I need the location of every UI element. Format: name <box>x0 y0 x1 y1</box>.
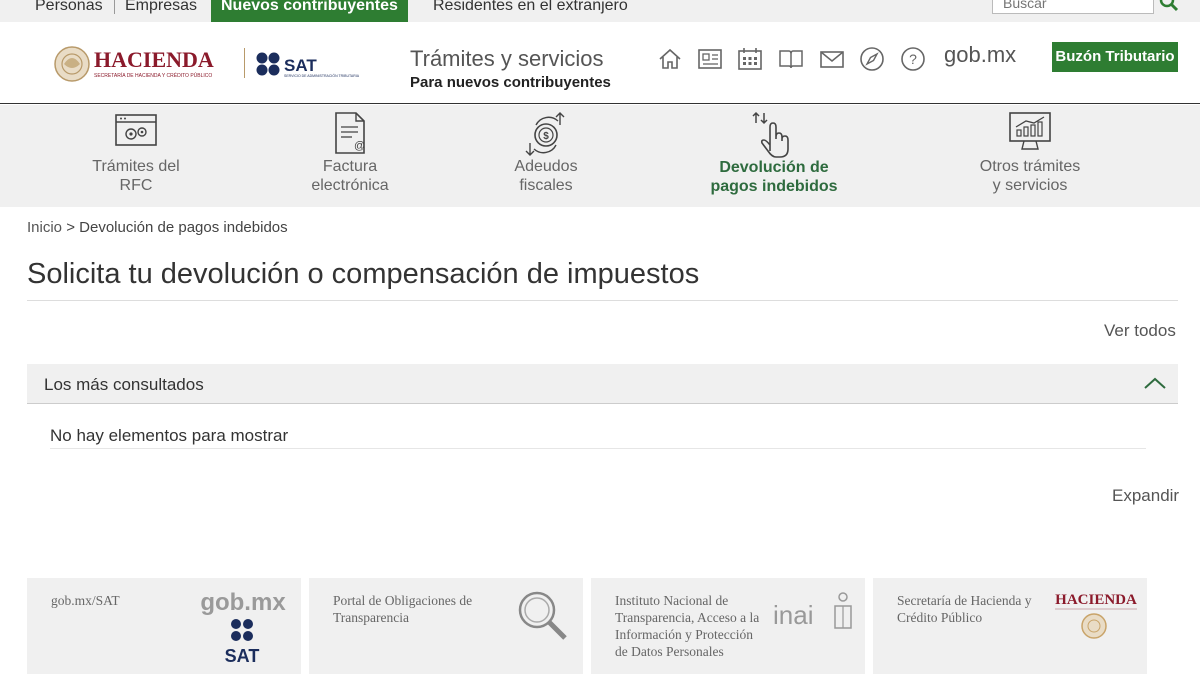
news-icon[interactable] <box>697 46 723 72</box>
footer-card-inai[interactable]: Instituto Nacional de Transparencia, Acc… <box>591 578 865 674</box>
inai-logo: inai <box>773 592 852 630</box>
nav-label-line2: RFC <box>119 177 153 194</box>
svg-text:HACIENDA: HACIENDA <box>1055 592 1137 608</box>
chevron-up-icon[interactable] <box>1143 374 1167 392</box>
footer-card-text: Instituto Nacional de Transparencia, Acc… <box>615 593 760 659</box>
invoice-icon: @ <box>335 112 365 154</box>
nav-label-line2: y servicios <box>992 177 1068 194</box>
svg-text:inai: inai <box>773 600 813 630</box>
breadcrumb: Inicio > Devolución de pagos indebidos <box>27 219 288 236</box>
footer-card-text: Secretaría de Hacienda y Crédito Público <box>897 593 1032 625</box>
empty-state-text: No hay elementos para mostrar <box>50 426 289 445</box>
services-icon <box>1009 112 1051 150</box>
nav-item-otros[interactable]: Otros trámites y servicios <box>960 105 1100 207</box>
search-icon[interactable] <box>1158 0 1180 14</box>
buzon-tributario-button[interactable]: Buzón Tributario <box>1052 42 1178 72</box>
nav-label-line2: pagos indebidos <box>710 178 838 195</box>
section-subtitle: Para nuevos contribuyentes <box>410 74 611 91</box>
hacienda-logo[interactable]: HACIENDA SECRETARÍA DE HACIENDA Y CRÉDIT… <box>54 42 234 86</box>
hacienda-logo-text: HACIENDA <box>94 47 214 72</box>
svg-text:@: @ <box>354 140 365 152</box>
search-input[interactable] <box>992 0 1154 14</box>
footer-card-text: Portal de Obligaciones de Transparencia <box>333 593 473 625</box>
accordion-header[interactable]: Los más consultados <box>27 364 1178 404</box>
nav-item-devolucion[interactable]: Devolución de pagos indebidos <box>694 105 854 207</box>
home-icon[interactable] <box>657 46 683 72</box>
nav-label-line1: Adeudos <box>514 158 578 175</box>
tab-residentes-extranjero[interactable]: Residentes en el extranjero <box>433 0 628 22</box>
svg-text:$: $ <box>543 131 549 142</box>
tab-nuevos-contribuyentes[interactable]: Nuevos contribuyentes <box>211 0 408 22</box>
breadcrumb-current: Devolución de pagos indebidos <box>79 219 288 236</box>
footer-card-hacienda[interactable]: Secretaría de Hacienda y Crédito Público… <box>873 578 1147 674</box>
compass-icon[interactable] <box>859 46 885 72</box>
book-icon[interactable] <box>778 46 804 72</box>
sat-logo[interactable]: SAT SERVICIO DE ADMINISTRACIÓN TRIBUTARI… <box>242 50 382 80</box>
breadcrumb-home-link[interactable]: Inicio <box>27 219 62 236</box>
tab-empresas[interactable]: Empresas <box>125 0 197 22</box>
svg-text:?: ? <box>909 51 917 67</box>
nav-label-line2: electrónica <box>311 177 389 194</box>
nav-label-line2: fiscales <box>519 177 573 194</box>
gobmx-link[interactable]: gob.mx <box>944 42 1016 68</box>
nav-label-line1: Trámites del <box>92 158 180 175</box>
refund-icon <box>752 111 789 158</box>
hacienda-logo-subtext: SECRETARÍA DE HACIENDA Y CRÉDITO PÚBLICO <box>94 72 212 79</box>
calendar-icon[interactable] <box>737 46 763 72</box>
nav-label-line1: Factura <box>322 158 378 175</box>
nav-item-adeudos[interactable]: $ Adeudos fiscales <box>486 105 606 207</box>
hacienda-footer-logo: HACIENDA <box>1055 592 1137 639</box>
accordion-title: Los más consultados <box>44 375 204 394</box>
expandir-link[interactable]: Expandir <box>1112 486 1179 506</box>
nav-item-factura[interactable]: @ Factura electrónica <box>290 105 410 207</box>
nav-label-line1: Otros trámites <box>979 158 1081 175</box>
magnifier-icon <box>518 591 567 640</box>
top-audience-bar: Personas Empresas Nuevos contribuyentes … <box>0 0 1200 22</box>
title-divider <box>27 300 1178 301</box>
page-title: Solicita tu devolución o compensación de… <box>27 258 700 290</box>
sat-logo-subtext: SERVICIO DE ADMINISTRACIÓN TRIBUTARIA <box>284 73 360 78</box>
svg-text:gob.mx: gob.mx <box>200 589 286 616</box>
help-icon[interactable]: ? <box>900 46 926 72</box>
empty-state-divider <box>50 448 1146 449</box>
site-header: HACIENDA SECRETARÍA DE HACIENDA Y CRÉDIT… <box>0 22 1200 104</box>
gobmx-sat-logo: gob.mx SAT <box>200 589 286 666</box>
ver-todos-link[interactable]: Ver todos <box>1104 321 1176 341</box>
sat-logo-text: SAT <box>284 56 317 75</box>
tab-separator <box>114 0 115 14</box>
footer-card-text: gob.mx/SAT <box>51 593 120 608</box>
tab-personas[interactable]: Personas <box>35 0 103 22</box>
rfc-icon <box>115 114 157 146</box>
footer-card-gobmx-sat[interactable]: gob.mx/SAT gob.mx SAT <box>27 578 301 674</box>
footer-card-transparencia[interactable]: Portal de Obligaciones de Transparencia <box>309 578 583 674</box>
debt-icon: $ <box>525 112 565 156</box>
nav-label-line1: Devolución de <box>719 159 829 176</box>
services-nav: Trámites del RFC @ Factura electrónica $ A… <box>0 105 1200 207</box>
mail-icon[interactable] <box>819 46 845 72</box>
nav-item-tramites-rfc[interactable]: Trámites del RFC <box>76 105 196 207</box>
section-title[interactable]: Trámites y servicios <box>410 46 604 72</box>
breadcrumb-separator: > <box>66 219 75 236</box>
svg-text:SAT: SAT <box>225 646 260 666</box>
